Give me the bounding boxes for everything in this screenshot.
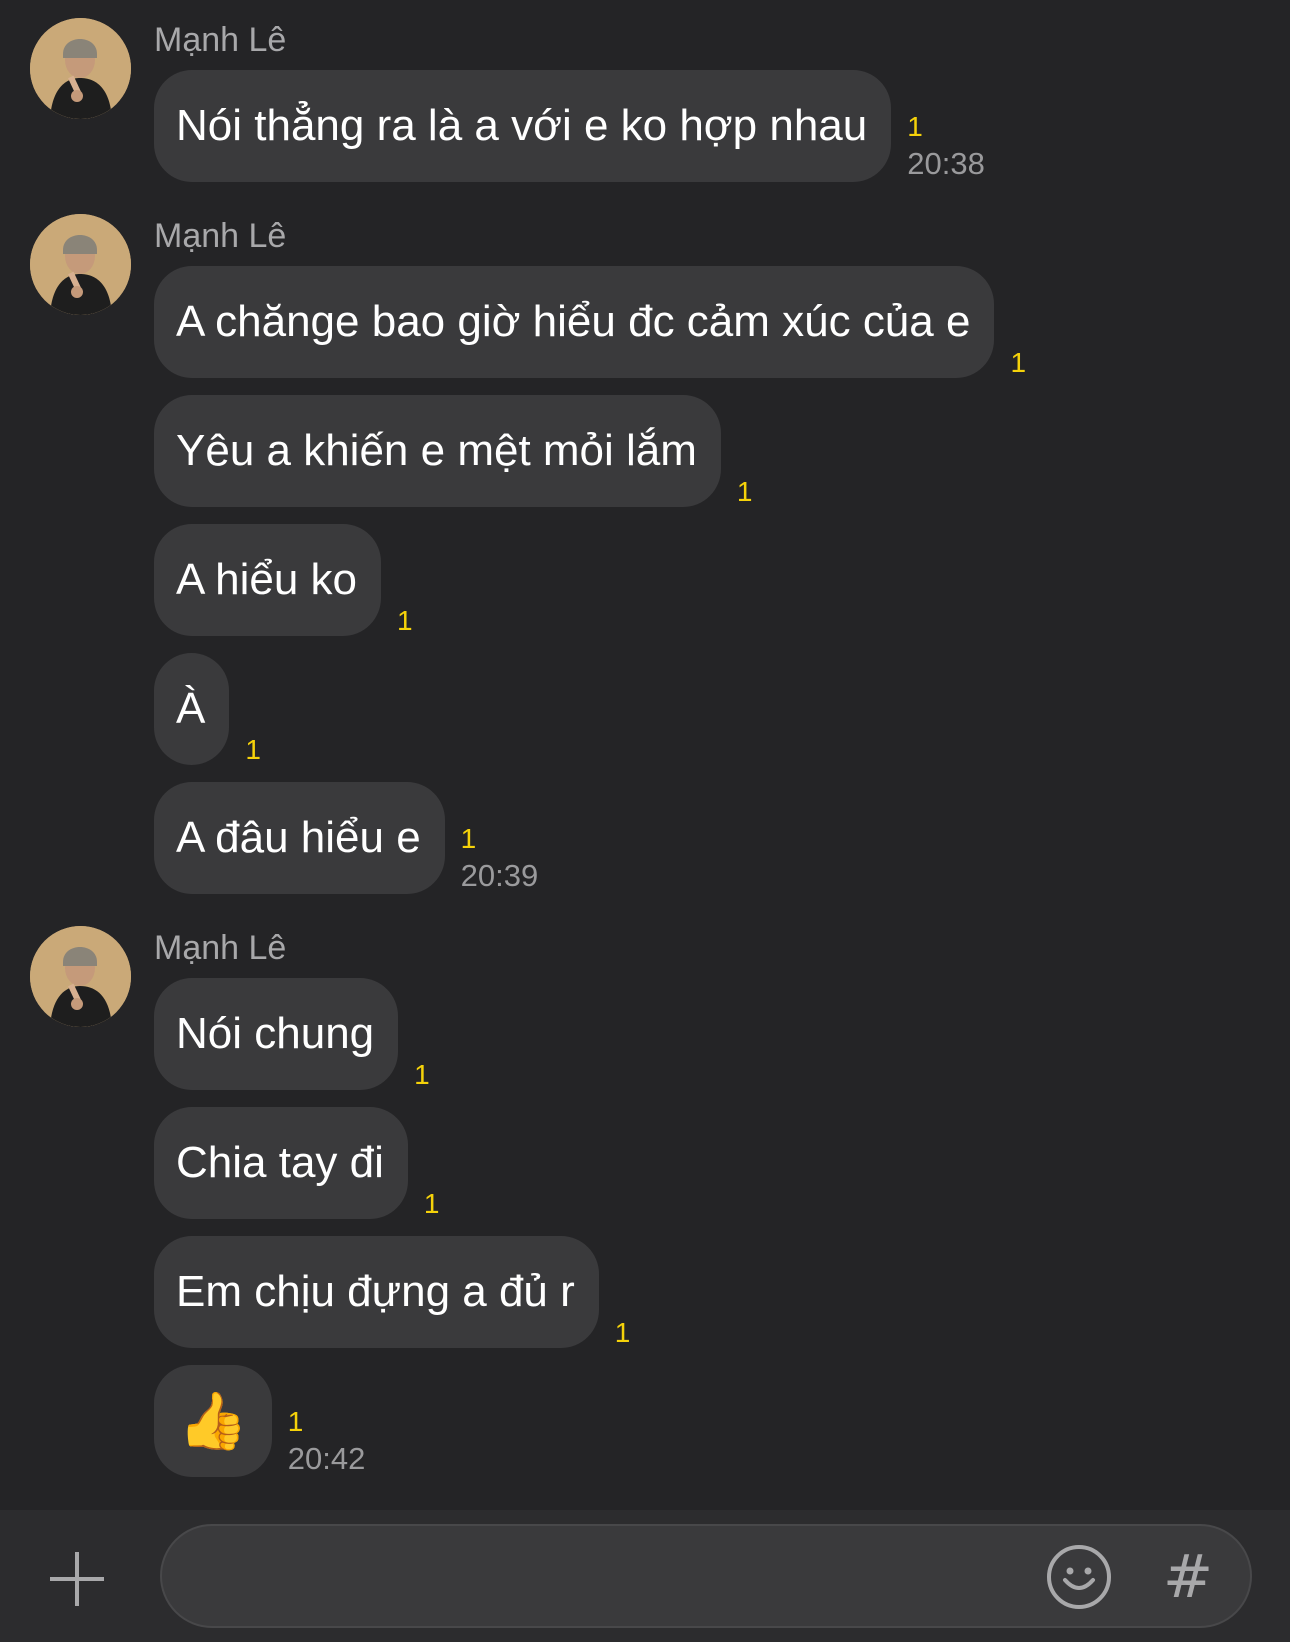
emoji-button[interactable] [1046, 1544, 1112, 1610]
avatar[interactable] [30, 926, 131, 1027]
message-row: Nói thẳng ra là a với e ko hợp nhau 1 20… [154, 70, 1290, 182]
message-row: Chia tay đi 1 [154, 1107, 1290, 1219]
message-text: Nói chung [176, 1009, 375, 1058]
message-meta: 1 20:38 [907, 112, 985, 182]
avatar-photo [30, 214, 131, 315]
message-meta: 1 [615, 1318, 631, 1348]
message-time: 20:38 [907, 146, 985, 181]
unread-count: 1 [907, 111, 923, 142]
unread-count: 1 [423, 1188, 440, 1219]
sender-name: Mạnh Lê [154, 929, 287, 967]
message-text: Yêu a khiến e mệt mỏi lắm [176, 426, 697, 475]
message-bubble[interactable]: A đâu hiểu e [154, 782, 445, 894]
message-meta: 1 [424, 1189, 440, 1219]
message-bubble[interactable]: Yêu a khiến e mệt mỏi lắm [154, 395, 721, 507]
message-meta: 1 [737, 477, 753, 507]
message-meta: 1 [397, 606, 413, 636]
message-text: A chăngе bao giờ hiểu đc cảm xúc của e [176, 297, 971, 346]
message-bubble[interactable]: A chăngе bao giờ hiểu đc cảm xúc của e [154, 266, 995, 378]
sender-name: Mạnh Lê [154, 21, 287, 59]
unread-count: 1 [736, 476, 753, 507]
message-bubble[interactable]: Nói thẳng ra là a với e ko hợp nhau [154, 70, 892, 182]
smiley-icon [1047, 1545, 1111, 1609]
avatar[interactable] [30, 18, 131, 119]
attach-plus-button[interactable] [48, 1550, 106, 1608]
unread-count: 1 [414, 1059, 430, 1090]
message-meta: 1 [1010, 348, 1026, 378]
message-input-bar: # [0, 1510, 1290, 1642]
message-text: À [176, 684, 206, 733]
message-text: Em chịu đựng a đủ r [176, 1267, 575, 1316]
message-text: A đâu hiểu e [176, 813, 421, 862]
hashtag-button[interactable]: # [1158, 1542, 1218, 1612]
message-text-field[interactable]: # [160, 1524, 1252, 1628]
message-meta: 1 [414, 1060, 430, 1090]
message-text: A hiểu ko [176, 555, 358, 604]
message-row: À 1 [154, 653, 1290, 765]
message-row: A đâu hiểu e 1 20:39 [154, 782, 1290, 894]
message-row: Em chịu đựng a đủ r 1 [154, 1236, 1290, 1348]
message-time: 20:42 [287, 1441, 366, 1476]
message-bubble[interactable]: À [154, 653, 230, 765]
unread-count: 1 [397, 605, 413, 636]
message-group: Mạnh Lê Nói chung 1 Chia tay đi 1 Em chị… [0, 926, 1290, 1477]
message-meta: 1 20:39 [461, 824, 539, 894]
unread-count: 1 [614, 1317, 631, 1348]
avatar-photo [30, 18, 131, 119]
thumbs-up-emoji: 👍 [178, 1389, 248, 1452]
message-row: A hiểu ko 1 [154, 524, 1290, 636]
message-group: Mạnh Lê A chăngе bao giờ hiểu đc cảm xúc… [0, 214, 1290, 894]
message-bubble[interactable]: Chia tay đi [154, 1107, 408, 1219]
chat-message-list[interactable]: Mạnh Lê Nói thẳng ra là a với e ko hợp n… [0, 0, 1290, 1510]
message-row: Yêu a khiến e mệt mỏi lắm 1 [154, 395, 1290, 507]
message-row: 👍 1 20:42 [154, 1365, 1290, 1477]
unread-count: 1 [460, 823, 477, 854]
avatar[interactable] [30, 214, 131, 315]
avatar-photo [30, 926, 131, 1027]
message-meta: 1 20:42 [288, 1407, 366, 1477]
message-row: A chăngе bao giờ hiểu đc cảm xúc của e 1 [154, 266, 1290, 378]
message-time: 20:39 [460, 858, 539, 893]
unread-count: 1 [287, 1406, 304, 1437]
plus-icon [50, 1552, 104, 1606]
message-group: Mạnh Lê Nói thẳng ra là a với e ko hợp n… [0, 0, 1290, 182]
message-row: Nói chung 1 [154, 978, 1290, 1090]
message-bubble[interactable]: 👍 [154, 1365, 272, 1477]
message-input[interactable] [192, 1526, 1016, 1628]
message-bubble[interactable]: A hiểu ko [154, 524, 382, 636]
message-text: Nói thẳng ra là a với e ko hợp nhau [176, 101, 868, 150]
message-bubble[interactable]: Em chịu đựng a đủ r [154, 1236, 599, 1348]
unread-count: 1 [245, 734, 261, 765]
message-bubble[interactable]: Nói chung [154, 978, 399, 1090]
sender-name: Mạnh Lê [154, 217, 287, 255]
message-text: Chia tay đi [176, 1138, 384, 1187]
unread-count: 1 [1010, 347, 1027, 378]
message-meta: 1 [245, 735, 261, 765]
